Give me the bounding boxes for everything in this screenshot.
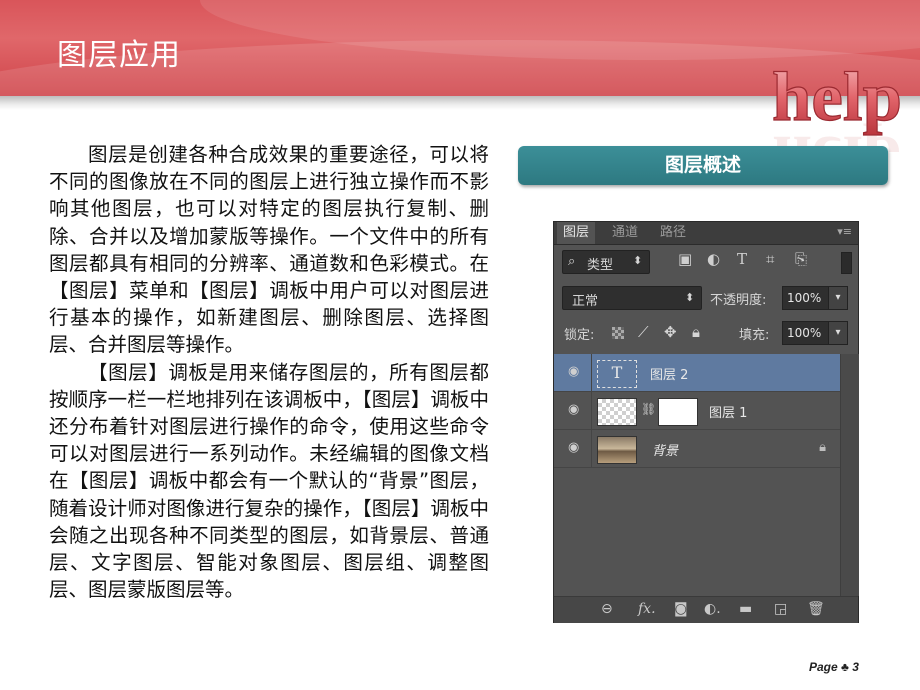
panel-tab-bar: 图层 通道 路径 ▾≡ (554, 222, 858, 245)
visibility-eye-icon[interactable]: ◉ (568, 364, 579, 379)
link-layers-icon[interactable]: ⊖ (601, 601, 613, 617)
adjustment-filter-icon[interactable]: ◐ (707, 250, 720, 268)
layers-list: ◉ T 图层 2 ◉ ⛓ 图层 1 ◉ 背景 🔒︎ (554, 354, 840, 596)
help-logo-text: help help (771, 58, 902, 152)
panel-menu-icon[interactable]: ▾≡ (837, 225, 852, 238)
opacity-label: 不透明度: (710, 293, 767, 308)
body-text: 图层是创建各种合成效果的重要途径，可以将不同的图像放在不同的图层上进行独立操作而… (49, 141, 489, 603)
image-filter-icon[interactable]: ▣ (678, 250, 692, 268)
visibility-eye-icon[interactable]: ◉ (568, 402, 579, 417)
paragraph-2: 【图层】调板是用来储存图层的，所有图层都按顺序一栏一栏地排列在该调板中，【图层】… (49, 360, 489, 602)
visibility-eye-icon[interactable]: ◉ (568, 440, 579, 455)
fill-label: 填充: (739, 328, 770, 343)
lock-label: 锁定: (564, 328, 595, 343)
filter-kind-label: 类型 (587, 258, 614, 273)
divider (591, 392, 592, 429)
tab-paths[interactable]: 路径 (654, 222, 692, 244)
layer-mask-thumbnail[interactable] (658, 398, 698, 426)
fx-icon[interactable]: fx. (638, 601, 656, 617)
new-layer-icon[interactable]: ◲ (774, 601, 787, 617)
slide-title: 图层应用 (57, 38, 181, 73)
page-number: Page ♣ 3 (809, 660, 859, 674)
adjustment-layer-icon[interactable]: ◐. (704, 601, 721, 617)
help-logo: help help (771, 58, 902, 152)
layer-row-layer-2[interactable]: ◉ T 图层 2 (554, 354, 840, 392)
layer-thumbnail (597, 398, 637, 426)
lock-position-icon[interactable]: ✥ (664, 323, 677, 341)
opacity-input[interactable]: 100% (782, 286, 829, 310)
panel-footer: ⊖ fx. ◙ ◐. ▬ ◲ 🗑︎ (554, 596, 858, 623)
lock-row: 锁定: ⟋ ✥ 🔒︎ 填充: 100% ▾ (554, 321, 858, 345)
club-icon: ♣ (841, 660, 849, 674)
layer-name[interactable]: 图层 1 (709, 402, 747, 421)
filter-toggle[interactable] (841, 252, 852, 274)
type-filter-icon[interactable]: T (737, 250, 747, 268)
lock-pixels-icon[interactable]: ⟋ (638, 323, 649, 341)
layer-row-layer-1[interactable]: ◉ ⛓ 图层 1 (554, 392, 840, 430)
divider (591, 430, 592, 467)
section-tag: 图层概述 (518, 146, 888, 185)
lock-icon: 🔒︎ (819, 440, 826, 455)
opacity-dropdown[interactable]: ▾ (828, 286, 848, 310)
type-layer-thumbnail: T (597, 360, 637, 388)
layers-panel: 图层 通道 路径 ▾≡ ⌕ 类型 ⬍ ▣ ◐ T ⌗ ⎘ 正常 ⬍ 不透明度: … (553, 221, 859, 623)
blend-arrows-icon: ⬍ (685, 291, 695, 304)
new-group-icon[interactable]: ▬ (739, 601, 752, 617)
delete-icon[interactable]: 🗑︎ (807, 601, 825, 617)
tab-layers[interactable]: 图层 (557, 222, 596, 244)
filter-arrows-icon: ⬍ (633, 254, 643, 267)
shape-filter-icon[interactable]: ⌗ (766, 250, 774, 268)
background-thumbnail (597, 436, 637, 464)
fill-dropdown[interactable]: ▾ (828, 321, 848, 345)
add-mask-icon[interactable]: ◙ (674, 601, 688, 617)
search-icon: ⌕ (568, 254, 576, 269)
tab-channels[interactable]: 通道 (606, 222, 644, 244)
blend-row: 正常 ⬍ 不透明度: 100% ▾ (554, 286, 858, 310)
page-label: Page (809, 660, 838, 674)
filter-kind-select[interactable]: ⌕ 类型 ⬍ (562, 250, 650, 274)
divider (591, 354, 592, 391)
page-number-value: 3 (852, 660, 859, 674)
smart-object-filter-icon[interactable]: ⎘ (795, 250, 807, 268)
lock-transparency-icon[interactable] (612, 327, 624, 339)
fill-input[interactable]: 100% (782, 321, 829, 345)
lock-all-icon[interactable]: 🔒︎ (692, 323, 700, 341)
layer-name[interactable]: 背景 (652, 440, 678, 459)
mask-link-icon[interactable]: ⛓ (641, 402, 656, 416)
paragraph-1: 图层是创建各种合成效果的重要途径，可以将不同的图像放在不同的图层上进行独立操作而… (49, 143, 489, 357)
filter-row: ⌕ 类型 ⬍ ▣ ◐ T ⌗ ⎘ (554, 250, 858, 276)
layer-name[interactable]: 图层 2 (650, 364, 688, 383)
layers-scrollbar[interactable] (840, 354, 859, 596)
blend-mode-select[interactable]: 正常 ⬍ (562, 286, 702, 310)
blend-mode-value: 正常 (572, 294, 599, 309)
layer-row-background[interactable]: ◉ 背景 🔒︎ (554, 430, 840, 468)
